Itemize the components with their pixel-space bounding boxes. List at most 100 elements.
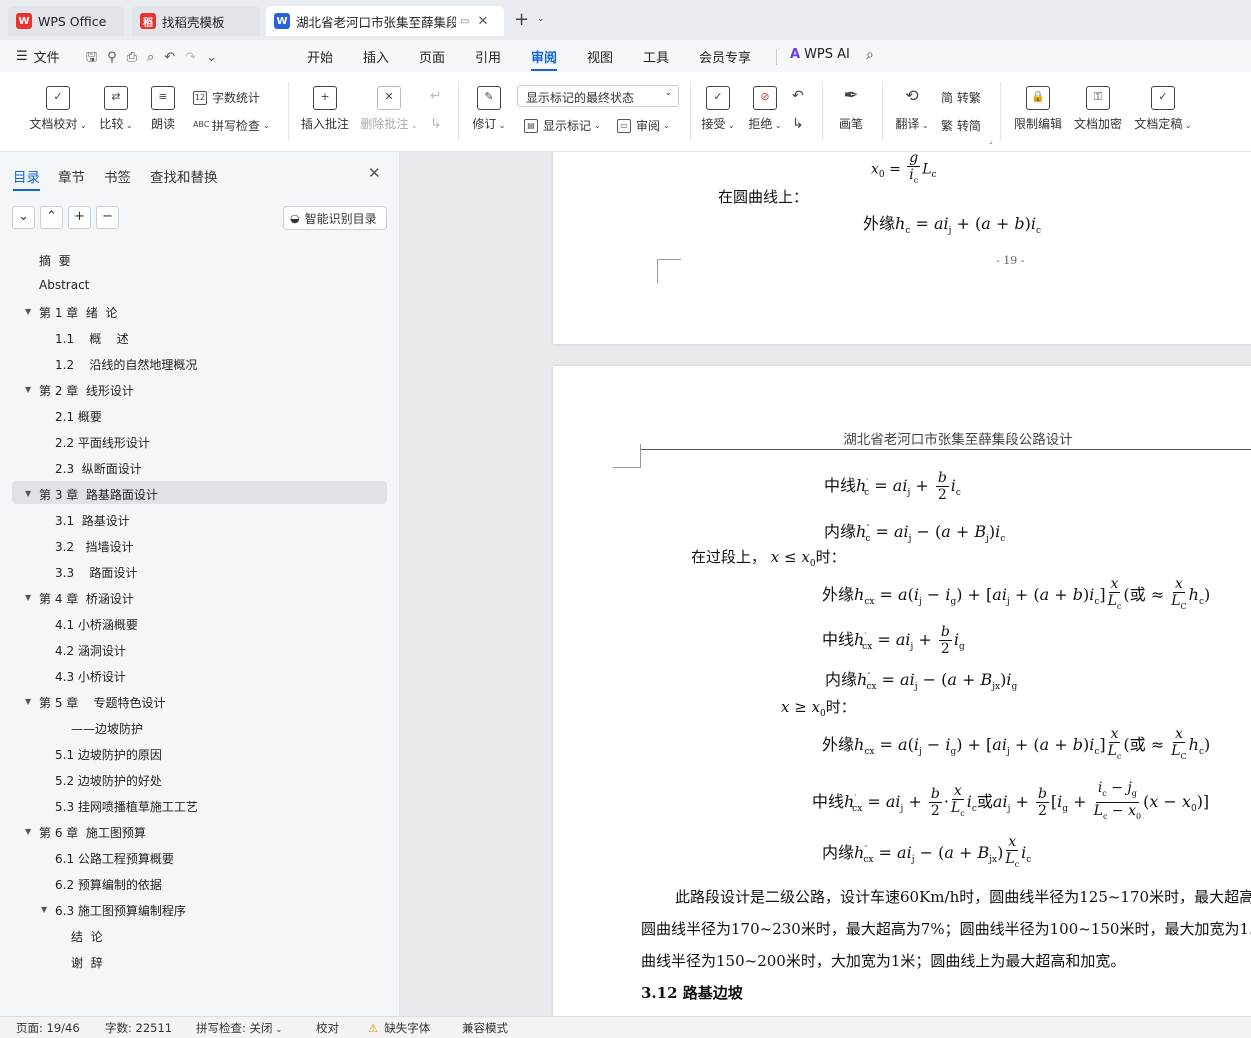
save-icon[interactable]: 🖫 [86, 50, 107, 65]
caret-down-icon[interactable]: ▼ [41, 905, 47, 914]
prev-comment-icon[interactable]: ↵ [430, 88, 442, 104]
chevron-down-icon[interactable]: ⌄ [206, 50, 227, 65]
new-tab-icon[interactable]: + [514, 9, 529, 30]
tab-document[interactable]: W 湖北省老河口市张集至薛集段公 ▭ ✕ [266, 6, 504, 36]
delete-comment-button[interactable]: ✕ 删除批注 ⌄ [360, 86, 418, 132]
expand-up-button[interactable]: ⌃ [40, 206, 63, 229]
pen-button[interactable]: ✒ 画笔 [834, 86, 868, 132]
toc-item[interactable]: 第 3 章 路基路面设计 [39, 486, 158, 503]
tab-bookmarks[interactable]: 书签 [104, 166, 131, 186]
page-indicator[interactable]: 页面: 19/46 [16, 1020, 80, 1036]
caret-down-icon[interactable]: ▼ [25, 307, 31, 316]
to-traditional-button[interactable]: 简 转繁 [941, 89, 981, 106]
caret-down-icon[interactable]: ▼ [25, 593, 31, 602]
toc-item[interactable]: 1.2 沿线的自然地理概况 [55, 356, 197, 373]
print-preview-icon[interactable]: ⌕ [147, 50, 164, 65]
menu-page[interactable]: 页面 [419, 47, 445, 66]
toc-item[interactable]: 第 4 章 桥涵设计 [39, 590, 134, 607]
toc-item[interactable]: 6.1 公路工程预算概要 [55, 850, 174, 867]
spell-check-status[interactable]: 拼写检查: 关闭 ⌄ [196, 1020, 282, 1036]
tab-toc[interactable]: 目录 [13, 166, 40, 191]
toc-item[interactable]: 5.3 挂网喷播植草施工工艺 [55, 798, 198, 815]
toc-item[interactable]: 5.1 边坡防护的原因 [55, 746, 162, 763]
menu-insert[interactable]: 插入 [363, 47, 389, 66]
toc-item[interactable]: 4.1 小桥涵概要 [55, 616, 138, 633]
tab-template[interactable]: 稻 找稻壳模板 [132, 6, 260, 36]
smart-toc-button[interactable]: ◒ 智能识别目录 [283, 206, 387, 230]
close-icon[interactable]: ✕ [477, 14, 488, 29]
file-menu[interactable]: ☰ 文件 [16, 47, 60, 66]
toc-item[interactable]: 4.3 小桥设计 [55, 668, 126, 685]
caret-down-icon[interactable]: ▼ [25, 489, 31, 498]
collapse-all-button[interactable]: ⌄ [12, 206, 35, 229]
missing-font-status[interactable]: ⚠ 缺失字体 [368, 1020, 430, 1036]
menu-review[interactable]: 审阅 [531, 47, 558, 71]
toc-item[interactable]: 谢 辞 [71, 954, 103, 971]
toc-item[interactable]: Abstract [39, 278, 89, 292]
accept-button[interactable]: ✓ 接受 ⌄ [699, 86, 737, 132]
toc-item[interactable]: 4.2 涵洞设计 [55, 642, 126, 659]
reject-button[interactable]: ⊘ 拒绝 ⌄ [746, 86, 784, 132]
menu-view[interactable]: 视图 [587, 47, 613, 66]
toc-item[interactable]: 摘 要 [39, 252, 71, 269]
restrict-edit-button[interactable]: 🔒 限制编辑 [1012, 86, 1064, 132]
caret-down-icon[interactable]: ▼ [25, 385, 31, 394]
proofread-button[interactable]: ✓ 文档校对 ⌄ [28, 86, 88, 132]
toc-item[interactable]: 第 6 章 施工图预算 [39, 824, 146, 841]
close-icon[interactable]: ✕ [368, 164, 381, 182]
toc-item[interactable]: 2.3 纵断面设计 [55, 460, 142, 477]
search-icon[interactable]: ⌕ [866, 47, 874, 63]
menu-member[interactable]: 会员专享 [699, 47, 751, 66]
toc-item[interactable]: 6.2 预算编制的依据 [55, 876, 162, 893]
next-comment-icon[interactable]: ↳ [430, 116, 442, 132]
toc-item[interactable]: 第 5 章 专题特色设计 [39, 694, 166, 711]
menu-tools[interactable]: 工具 [643, 47, 669, 66]
link-icon[interactable]: ⚲ [107, 50, 127, 65]
remove-heading-button[interactable]: − [96, 206, 119, 229]
spell-check-button[interactable]: ABC 拼写检查 ⌄ [193, 117, 270, 134]
revise-button[interactable]: ✎ 修订 ⌄ [470, 86, 508, 132]
toc-item[interactable]: 3.1 路基设计 [55, 512, 130, 529]
encrypt-button[interactable]: ⚿ 文档加密 [1072, 86, 1124, 132]
toc-item[interactable]: 5.2 边坡防护的好处 [55, 772, 162, 789]
redo-icon[interactable]: ↷ [185, 50, 206, 65]
display-mode-select[interactable]: 显示标记的最终状态 ⌄ [517, 85, 679, 107]
translate-button[interactable]: ⟲ 翻译 ⌄ [893, 86, 931, 132]
undo-icon[interactable]: ↶ [164, 50, 185, 65]
toc-item[interactable]: 结 论 [71, 928, 103, 945]
to-simplified-button[interactable]: 繁 转简 [941, 117, 981, 134]
add-heading-button[interactable]: + [68, 206, 91, 229]
menu-reference[interactable]: 引用 [475, 47, 501, 66]
review-pane-button[interactable]: ▭ 审阅 ⌄ [617, 117, 670, 134]
next-change-icon[interactable]: ↳ [792, 116, 804, 132]
tab-wps-office[interactable]: W WPS Office [8, 6, 124, 36]
toc-item[interactable]: 2.1 概要 [55, 408, 102, 425]
show-marks-button[interactable]: ▤ 显示标记 ⌄ [524, 117, 601, 134]
toc-item[interactable]: 3.3 路面设计 [55, 564, 137, 581]
compare-button[interactable]: ⇄ 比较 ⌄ [96, 86, 136, 132]
toc-item[interactable]: 第 1 章 绪 论 [39, 304, 118, 321]
toc-item[interactable]: 6.3 施工图预算编制程序 [55, 902, 186, 919]
wps-ai-button[interactable]: A WPS AI [790, 47, 850, 62]
proofread-status[interactable]: 校对 [316, 1020, 339, 1036]
caret-down-icon[interactable]: ▼ [25, 697, 31, 706]
finalize-button[interactable]: ✓ 文档定稿 ⌄ [1132, 86, 1194, 132]
expand-icon[interactable]: ⌟ [989, 136, 993, 145]
tab-find-replace[interactable]: 查找和替换 [150, 166, 218, 186]
prev-change-icon[interactable]: ↶ [792, 88, 804, 104]
read-aloud-button[interactable]: ≡ 朗读 [146, 86, 180, 132]
print-icon[interactable]: ⎙ [127, 50, 147, 65]
toc-item[interactable]: 1.1 概 述 [55, 330, 129, 347]
word-count-button[interactable]: 12 字数统计 [193, 89, 260, 106]
toc-item[interactable]: 2.2 平面线形设计 [55, 434, 150, 451]
word-count-status[interactable]: 字数: 22511 [105, 1020, 172, 1036]
toc-item[interactable]: 第 2 章 线形设计 [39, 382, 134, 399]
menu-start[interactable]: 开始 [307, 47, 333, 66]
chevron-down-icon[interactable]: ⌄ [537, 14, 545, 24]
toc-item[interactable]: ——边坡防护 [71, 720, 143, 737]
tab-chapters[interactable]: 章节 [58, 166, 85, 186]
document-canvas[interactable]: x0 = g ic Lc 在圆曲线上： 外缘hc = aij + (a + b)ic… [400, 152, 1251, 1016]
toc-item[interactable]: 3.2 挡墙设计 [55, 538, 134, 555]
insert-comment-button[interactable]: + 插入批注 [300, 86, 350, 132]
caret-down-icon[interactable]: ▼ [25, 827, 31, 836]
